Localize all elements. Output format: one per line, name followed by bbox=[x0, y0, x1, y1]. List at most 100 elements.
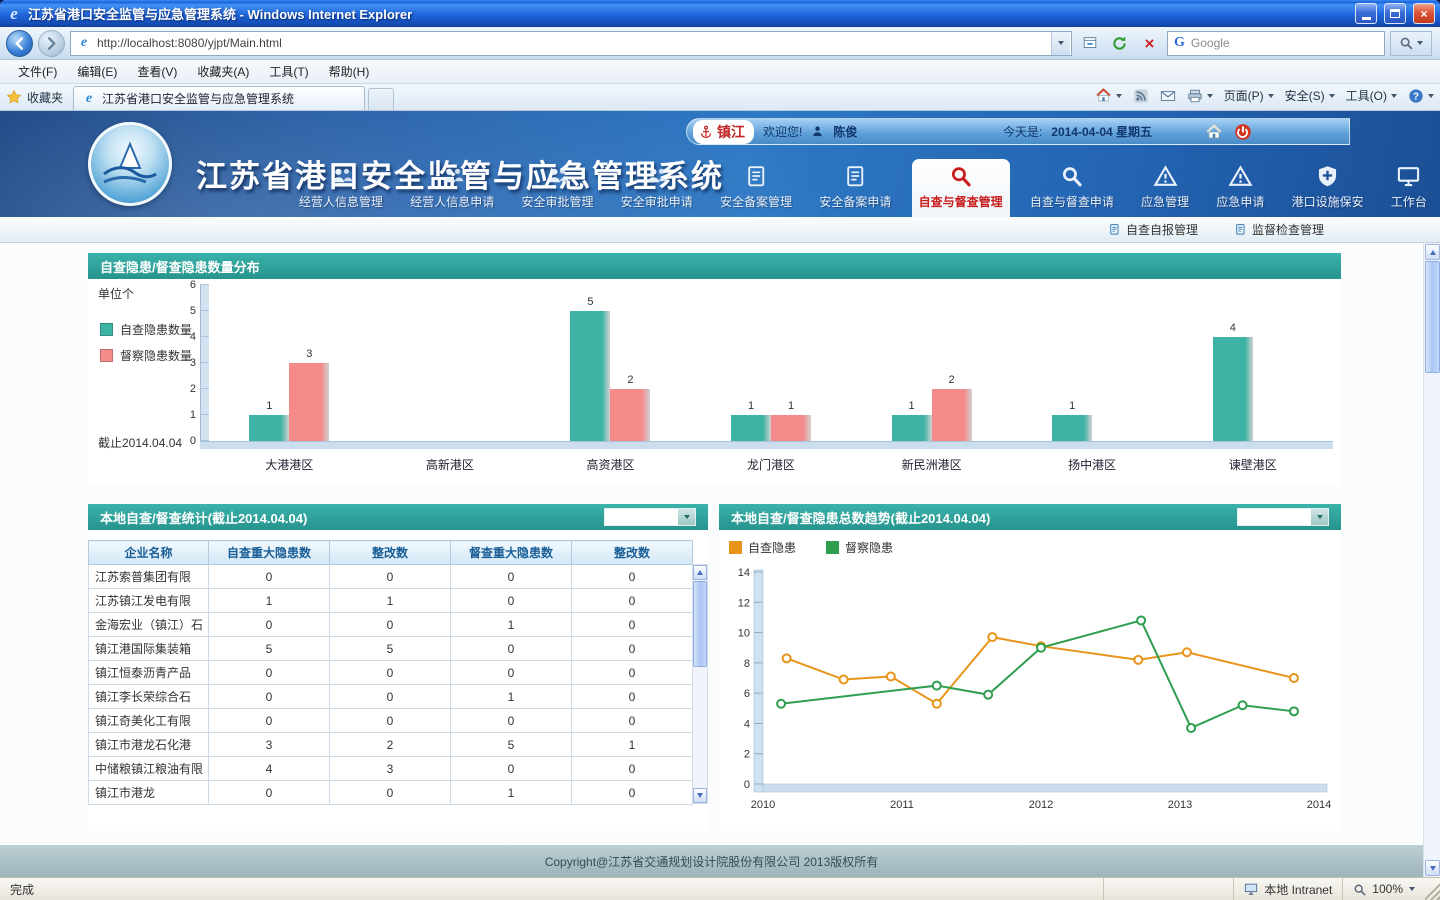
browser-tab[interactable]: e 江苏省港口安全监管与应急管理系统 bbox=[73, 86, 365, 110]
minimize-button[interactable] bbox=[1355, 3, 1377, 24]
company-name-cell: 江苏索普集团有限 bbox=[89, 565, 209, 589]
table-scroll-thumb[interactable] bbox=[693, 581, 707, 667]
safety-menu-button[interactable]: 安全(S) bbox=[1285, 87, 1335, 104]
favorites-button[interactable]: 收藏夹 bbox=[6, 84, 73, 110]
bar-value-label: 3 bbox=[306, 348, 312, 360]
city-badge: 镇江 bbox=[693, 120, 754, 144]
search-box[interactable]: G Google bbox=[1167, 31, 1385, 56]
nav-item-link[interactable]: 自查与督查申请 bbox=[1023, 159, 1121, 217]
zoom-control[interactable]: 100% bbox=[1342, 878, 1425, 900]
people-icon bbox=[644, 164, 669, 189]
close-button[interactable]: × bbox=[1413, 3, 1435, 24]
magnifier-icon bbox=[1059, 164, 1084, 189]
nav-item-link[interactable]: 安全审批申请 bbox=[614, 159, 700, 217]
search-button[interactable] bbox=[1390, 31, 1432, 56]
page-scrollbar[interactable] bbox=[1423, 243, 1440, 877]
svg-text:4: 4 bbox=[744, 718, 750, 730]
nav-item-link[interactable]: 应急申请 bbox=[1209, 159, 1271, 217]
app-header: 江苏省港口安全监管与应急管理系统 镇江 欢迎您! 陈俊 今天是: 2014-04… bbox=[0, 111, 1440, 217]
table-scroll-up-button[interactable] bbox=[693, 565, 707, 580]
help-button[interactable]: ? bbox=[1408, 88, 1434, 104]
menu-item[interactable]: 帮助(H) bbox=[319, 59, 380, 84]
table-row[interactable]: 镇江奇美化工有限0000 bbox=[89, 709, 693, 733]
table-row[interactable]: 镇江李长荣综合石0010 bbox=[89, 685, 693, 709]
company-name-cell: 江苏镇江发电有限 bbox=[89, 589, 209, 613]
nav-item-active[interactable]: 自查与督查管理 bbox=[912, 159, 1010, 217]
nav-item-link[interactable]: 应急管理 bbox=[1134, 159, 1196, 217]
app-logo bbox=[88, 122, 172, 206]
table-row[interactable]: 中储粮镇江粮油有限4300 bbox=[89, 757, 693, 781]
back-button[interactable] bbox=[6, 30, 33, 57]
nav-item-link[interactable]: 经营人信息管理 bbox=[292, 159, 390, 217]
menu-item[interactable]: 文件(F) bbox=[8, 59, 67, 84]
home-button[interactable] bbox=[1095, 87, 1122, 104]
page-menu-button[interactable]: 页面(P) bbox=[1224, 87, 1274, 104]
svg-text:2011: 2011 bbox=[890, 799, 914, 811]
nav-item-link[interactable]: 安全审批管理 bbox=[515, 159, 601, 217]
stop-button[interactable]: × bbox=[1137, 31, 1162, 56]
nav-item-label: 安全审批申请 bbox=[621, 193, 693, 210]
document-icon bbox=[744, 164, 769, 189]
scroll-down-button[interactable] bbox=[1425, 860, 1440, 876]
value-cell: 1 bbox=[209, 589, 330, 613]
menu-item[interactable]: 编辑(E) bbox=[67, 59, 127, 84]
resize-grip[interactable] bbox=[1425, 878, 1440, 900]
maximize-button[interactable] bbox=[1384, 3, 1406, 24]
self-check-bar: 1 bbox=[249, 415, 289, 441]
table-row[interactable]: 镇江港国际集装箱5500 bbox=[89, 637, 693, 661]
column-header: 督查重大隐患数 bbox=[451, 541, 572, 565]
table-row[interactable]: 江苏镇江发电有限1100 bbox=[89, 589, 693, 613]
nav-item-link[interactable]: 安全备案管理 bbox=[713, 159, 799, 217]
feeds-button[interactable] bbox=[1133, 88, 1149, 104]
nav-item-label: 安全备案申请 bbox=[819, 193, 891, 210]
user-name: 陈俊 bbox=[833, 123, 857, 140]
print-button[interactable] bbox=[1187, 88, 1213, 104]
nav-item-link[interactable]: 工作台 bbox=[1384, 159, 1434, 217]
forward-button[interactable] bbox=[38, 30, 65, 57]
table-filter-dropdown[interactable] bbox=[604, 508, 696, 526]
scroll-thumb[interactable] bbox=[1425, 261, 1440, 373]
logout-button[interactable] bbox=[1233, 122, 1253, 142]
menu-item[interactable]: 查看(V) bbox=[127, 59, 187, 84]
table-row[interactable]: 江苏索普集团有限0000 bbox=[89, 565, 693, 589]
page-footer: Copyright@江苏省交通规划设计院股份有限公司 2013版权所有 bbox=[0, 845, 1423, 877]
nav-item-link[interactable]: 港口设施保安 bbox=[1285, 159, 1371, 217]
menu-item[interactable]: 收藏夹(A) bbox=[187, 59, 259, 84]
line-filter-dropdown[interactable] bbox=[1237, 508, 1329, 526]
table-row[interactable]: 镇江市港龙石化港3251 bbox=[89, 733, 693, 757]
subnav-item[interactable]: 监督检查管理 bbox=[1234, 221, 1324, 238]
table-row[interactable]: 镇江恒泰沥青产品0000 bbox=[89, 661, 693, 685]
home-icon bbox=[1095, 87, 1112, 104]
zoom-level: 100% bbox=[1372, 882, 1403, 896]
value-cell: 0 bbox=[330, 661, 451, 685]
new-tab-button[interactable] bbox=[368, 88, 394, 110]
supervision-bar: 2 bbox=[610, 389, 650, 441]
address-dropdown[interactable] bbox=[1051, 32, 1070, 55]
read-mail-button[interactable] bbox=[1160, 88, 1176, 104]
address-field[interactable]: e http://localhost:8080/yjpt/Main.html bbox=[70, 31, 1072, 56]
svg-text:10: 10 bbox=[738, 628, 750, 640]
table-row[interactable]: 镇江市港龙0010 bbox=[89, 781, 693, 805]
tools-menu-button[interactable]: 工具(O) bbox=[1346, 87, 1397, 104]
table-panel-title: 本地自查/督查统计(截止2014.04.04) bbox=[100, 508, 307, 527]
home-shortcut-button[interactable] bbox=[1204, 122, 1224, 142]
subnav-item[interactable]: 自查自报管理 bbox=[1108, 221, 1198, 238]
company-name-cell: 镇江港国际集装箱 bbox=[89, 637, 209, 661]
scroll-up-button[interactable] bbox=[1425, 244, 1440, 260]
table-row[interactable]: 金海宏业（镇江）石0010 bbox=[89, 613, 693, 637]
nav-item-link[interactable]: 安全备案申请 bbox=[812, 159, 898, 217]
refresh-button[interactable] bbox=[1107, 31, 1132, 56]
value-cell: 3 bbox=[209, 733, 330, 757]
value-cell: 0 bbox=[451, 709, 572, 733]
company-name-cell: 镇江奇美化工有限 bbox=[89, 709, 209, 733]
table-scroll-down-button[interactable] bbox=[693, 788, 707, 803]
value-cell: 0 bbox=[209, 613, 330, 637]
menu-item[interactable]: 工具(T) bbox=[259, 59, 318, 84]
zoom-icon bbox=[1353, 883, 1366, 896]
nav-item-link[interactable]: 经营人信息申请 bbox=[403, 159, 501, 217]
compatibility-view-button[interactable] bbox=[1077, 31, 1102, 56]
compatibility-icon bbox=[1082, 35, 1098, 51]
value-cell: 0 bbox=[451, 565, 572, 589]
table-scrollbar[interactable] bbox=[692, 564, 708, 804]
nav-item-label: 自查与督查管理 bbox=[919, 193, 1003, 210]
